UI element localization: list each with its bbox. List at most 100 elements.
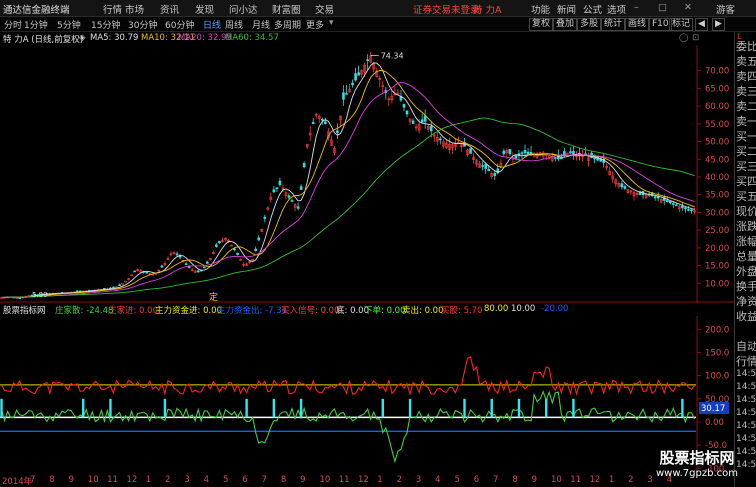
price-tick-label: 35.00	[705, 191, 729, 201]
panel-row-2[interactable]: 卖四	[736, 68, 756, 84]
period-tab-5m[interactable]: 5分钟	[57, 18, 81, 31]
menu-item-quotes[interactable]: 行情	[103, 2, 122, 16]
panel-row-19[interactable]: 自动	[736, 338, 756, 354]
period-tab-1m[interactable]: 1分钟	[24, 18, 48, 31]
panel-row-12[interactable]: 涨跌	[736, 218, 756, 234]
time-tick-label: 11	[570, 475, 582, 485]
panel-row-5[interactable]: 卖一	[736, 113, 756, 129]
period-tab-60m[interactable]: 60分钟	[165, 18, 194, 31]
candle-body	[357, 72, 360, 76]
candle-body	[351, 82, 354, 86]
candle-body	[272, 189, 276, 193]
menu-formula[interactable]: 公式	[583, 2, 602, 16]
prev-stock-icon[interactable]: ◀	[695, 18, 708, 31]
panel-row-9[interactable]: 买四	[736, 173, 756, 189]
time-tick-label: 1	[377, 475, 383, 485]
period-tab-monthly[interactable]: 月线	[252, 18, 270, 31]
candle-body	[672, 203, 675, 205]
menu-item-market[interactable]: 市场	[125, 2, 144, 16]
next-stock-icon[interactable]: ▶	[712, 18, 725, 31]
candle-body	[133, 270, 136, 273]
menu-item-news[interactable]: 资讯	[160, 2, 179, 16]
panel-row-6[interactable]: 买一	[736, 128, 756, 144]
panel-row-16[interactable]: 换手	[736, 278, 756, 294]
candle-body	[302, 163, 306, 168]
overlay-button[interactable]: 叠加	[553, 18, 578, 31]
candle-body	[569, 151, 572, 154]
panel-row-13[interactable]: 涨幅	[736, 233, 756, 249]
indicator-label-2: 主力资金进: 0.00	[155, 306, 222, 316]
panel-row-7[interactable]: 买二	[736, 143, 756, 159]
chart-settings-icon[interactable]: ◯	[679, 33, 689, 43]
candle-body	[299, 186, 303, 190]
period-tab-15m[interactable]: 15分钟	[91, 18, 120, 31]
candle-body	[236, 252, 239, 255]
menu-options[interactable]: 选项	[607, 2, 626, 16]
time-tick-label: 7	[493, 475, 499, 485]
minimize-icon[interactable]: –	[634, 2, 639, 13]
time-tick-label: 10	[550, 475, 562, 485]
time-axis: 2014年 7 8 9 10 11 12 1 2 3 4 5 6 7 8 9 10 11 12 1 2 3 4 5 6 7 8 9 10…	[0, 475, 734, 487]
indicator-chart[interactable]: 200.0150.0100.050.000.00-50.0-100.30.17	[0, 316, 734, 475]
panel-row-20[interactable]: 行情	[736, 353, 756, 369]
menu-item-trade[interactable]: 交易	[315, 2, 334, 16]
adjust-button[interactable]: 复权	[529, 18, 554, 31]
panel-row-0[interactable]: 委比	[736, 38, 756, 54]
panel-row-17[interactable]: 净资	[736, 293, 756, 309]
period-tab-weekly[interactable]: 周线	[225, 18, 243, 31]
close-icon[interactable]: ✕	[684, 2, 692, 13]
indicator-value-text: 30.17	[701, 404, 725, 414]
candle-body	[184, 263, 188, 266]
ma-menu-icon[interactable]: ◈	[79, 33, 86, 43]
restore-icon[interactable]: □	[658, 2, 667, 13]
candle-body	[233, 248, 236, 251]
candle-body	[623, 186, 627, 189]
mark-button[interactable]: 标记	[669, 18, 694, 31]
indicator-label-0: 庄家散: -24.48	[55, 306, 114, 316]
candlestick-chart[interactable]: 70.00 65.00 60.00 55.00 50.00 45.00 40.00 35.00…	[0, 45, 734, 303]
indicator-title[interactable]: 股票指标网	[3, 304, 46, 316]
multi-stock-button[interactable]: 多股	[577, 18, 602, 31]
indicator-label-3: 主力资金出: -7.31	[217, 306, 288, 316]
login-notice[interactable]: 证券交易未登录	[413, 2, 480, 16]
statistics-button[interactable]: 统计	[601, 18, 626, 31]
panel-row-1[interactable]: 卖五	[736, 53, 756, 69]
panel-time-3: 14:5	[736, 408, 756, 418]
period-tab-multi[interactable]: 多周期	[274, 18, 301, 31]
panel-time-4: 14:5	[736, 421, 756, 431]
menu-news[interactable]: 新闻	[557, 2, 576, 16]
panel-row-4[interactable]: 卖二	[736, 98, 756, 114]
menu-item-discover[interactable]: 发现	[195, 2, 214, 16]
ma5-label: MA5: 30.79	[90, 33, 139, 43]
time-tick-label: 2014年	[2, 477, 33, 487]
draw-line-button[interactable]: 画线	[625, 18, 650, 31]
panel-row-11[interactable]: 现价	[736, 203, 756, 219]
panel-row-18[interactable]: 收益	[736, 308, 756, 324]
panel-row-3[interactable]: 卖三	[736, 83, 756, 99]
chart-expand-icon[interactable]: ⊡	[692, 33, 699, 43]
menu-item-wealth[interactable]: 财富圈	[272, 2, 301, 16]
indicator-bg	[0, 316, 734, 475]
candle-body	[481, 165, 484, 167]
price-tick-label: 50.00	[705, 138, 729, 148]
candle-body	[438, 138, 442, 141]
candle-body	[278, 180, 282, 186]
panel-row-14[interactable]: 总量	[736, 248, 756, 264]
menu-item-ask[interactable]: 问小达	[229, 2, 258, 16]
panel-row-10[interactable]: 买五	[736, 188, 756, 204]
candle-body	[366, 59, 369, 61]
period-tab-30m[interactable]: 30分钟	[128, 18, 157, 31]
time-tick-label: 12	[126, 475, 138, 485]
menu-function[interactable]: 功能	[531, 2, 550, 16]
period-tab-daily[interactable]: 日线	[203, 18, 221, 31]
more-chevron-icon[interactable]: ▾	[329, 18, 334, 28]
period-tab-more[interactable]: 更多	[306, 18, 324, 31]
candle-body	[653, 196, 657, 199]
time-tick-label: 12	[589, 475, 601, 485]
price-tick-label: 45.00	[705, 155, 729, 165]
period-tab-minute[interactable]: 分时	[4, 18, 22, 31]
panel-row-15[interactable]: 外盘	[736, 263, 756, 279]
panel-row-8[interactable]: 买三	[736, 158, 756, 174]
guest-label[interactable]: 游客	[716, 2, 735, 16]
indicator-label-6: 下单: 0.00	[364, 306, 406, 316]
